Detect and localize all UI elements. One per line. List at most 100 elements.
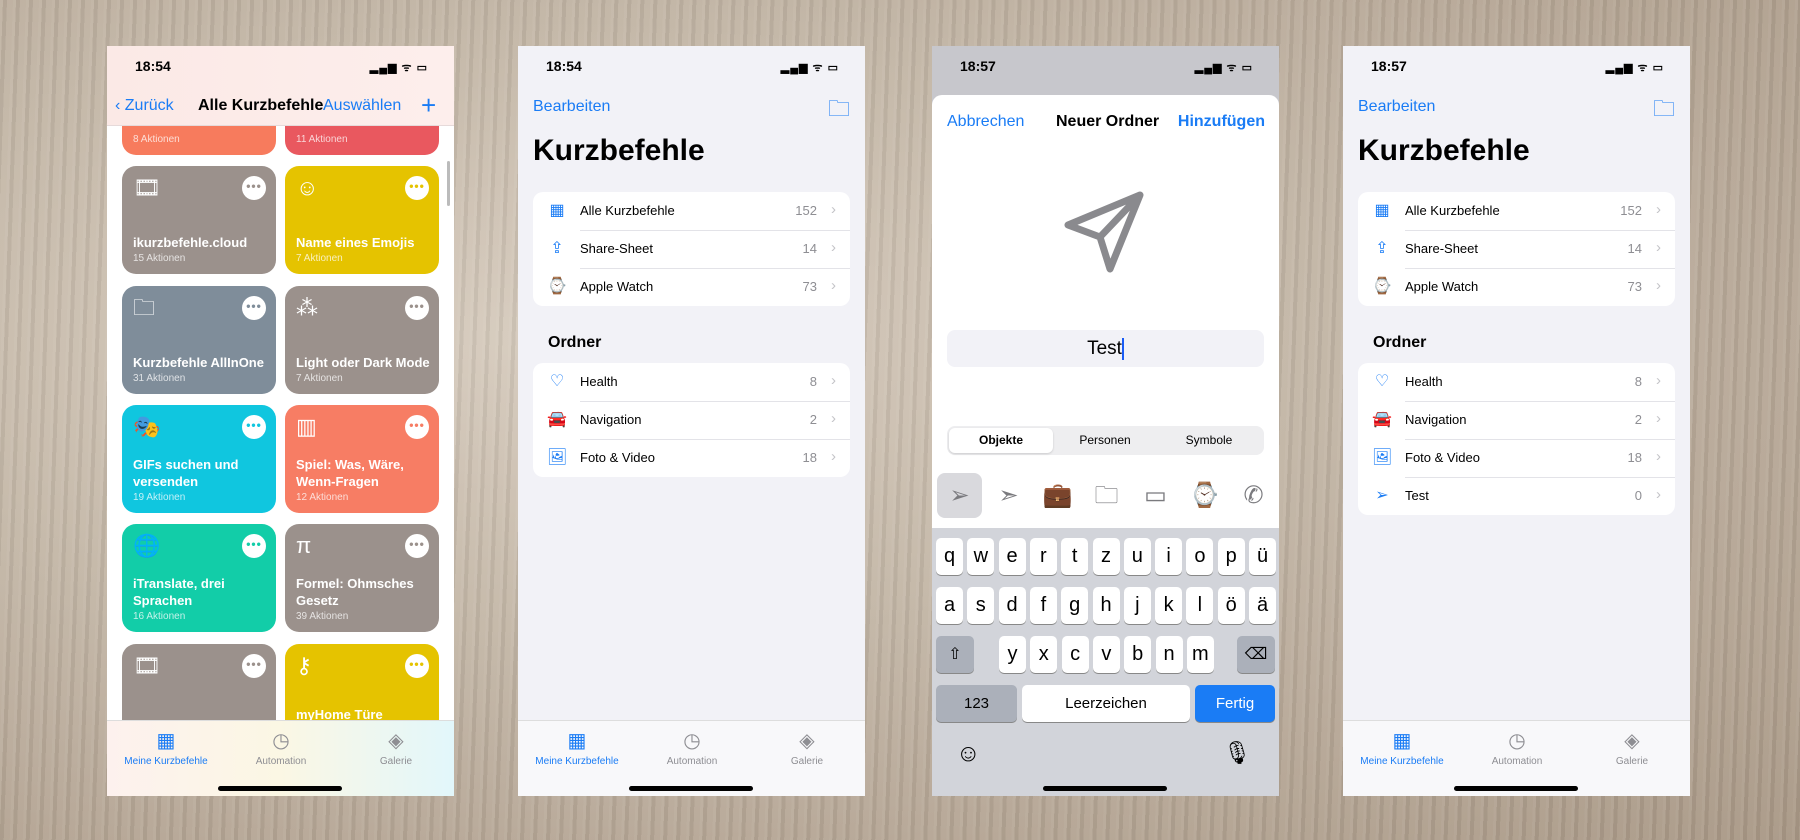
list-item[interactable]: 🚘 Navigation 2 › [533, 401, 850, 439]
tab-galerie[interactable]: ◈ Galerie [752, 729, 862, 767]
icon-choice[interactable]: 🗀 [1084, 473, 1129, 518]
backspace-key[interactable]: ⌫ [1237, 636, 1275, 673]
key-h[interactable]: h [1092, 587, 1120, 624]
list-item[interactable]: ▦ Alle Kurzbefehle 152 › [533, 192, 850, 230]
key-e[interactable]: e [998, 538, 1026, 575]
tab-meine-kurzbefehle[interactable]: ▦ Meine Kurzbefehle [1347, 729, 1457, 767]
key-s[interactable]: s [967, 587, 995, 624]
more-button[interactable]: ••• [405, 176, 429, 200]
key-m[interactable]: m [1186, 636, 1214, 673]
numbers-key[interactable]: 123 [936, 685, 1017, 722]
key-ä[interactable]: ä [1249, 587, 1276, 624]
key-ü[interactable]: ü [1249, 538, 1276, 575]
list-item[interactable]: 🖼 Foto & Video 18 › [533, 439, 850, 477]
icon-choice[interactable]: ⌚ [1182, 473, 1227, 518]
key-t[interactable]: t [1061, 538, 1089, 575]
key-q[interactable]: q [936, 538, 963, 575]
key-g[interactable]: g [1061, 587, 1089, 624]
space-key[interactable]: Leerzeichen [1022, 685, 1190, 722]
folder-name-input[interactable]: Test [947, 330, 1264, 367]
more-button[interactable]: ••• [405, 654, 429, 678]
shortcut-tile[interactable]: π ••• Formel: Ohmsches Gesetz 39 Aktionen [285, 524, 439, 632]
key-z[interactable]: z [1092, 538, 1120, 575]
list-item[interactable]: ⇪ Share-Sheet 14 › [533, 230, 850, 268]
emoji-icon[interactable]: ☺ [956, 740, 981, 768]
edit-button[interactable]: Bearbeiten [1358, 98, 1435, 116]
key-j[interactable]: j [1123, 587, 1151, 624]
icon-choice[interactable]: ▭ [1133, 473, 1178, 518]
tab-galerie[interactable]: ◈ Galerie [341, 729, 451, 767]
list-item[interactable]: ⇪ Share-Sheet 14 › [1358, 230, 1675, 268]
tab-meine-kurzbefehle[interactable]: ▦ Meine Kurzbefehle [111, 729, 221, 767]
tab-meine-kurzbefehle[interactable]: ▦ Meine Kurzbefehle [522, 729, 632, 767]
shortcut-tile[interactable]: 🎭 ••• GIFs suchen und versenden 19 Aktionen [122, 405, 276, 513]
list-item[interactable]: 🖼 Foto & Video 18 › [1358, 439, 1675, 477]
segment-personen[interactable]: Personen [1053, 428, 1157, 453]
key-f[interactable]: f [1029, 587, 1057, 624]
shortcut-tile[interactable]: 🗀 ••• Kurzbefehle AllInOne 31 Aktionen [122, 286, 276, 394]
shortcut-tile[interactable]: 🎞 ••• ikurzbefehle.cloud 15 Aktionen [122, 166, 276, 274]
add-button[interactable]: Hinzufügen [1178, 113, 1265, 131]
list-item[interactable]: ♡ Health 8 › [1358, 363, 1675, 401]
list-item[interactable]: ⌚ Apple Watch 73 › [1358, 268, 1675, 306]
tab-automation[interactable]: ◷ Automation [637, 729, 747, 767]
key-r[interactable]: r [1029, 538, 1057, 575]
list-item[interactable]: ♡ Health 8 › [533, 363, 850, 401]
tab-galerie[interactable]: ◈ Galerie [1577, 729, 1687, 767]
key-ö[interactable]: ö [1217, 587, 1245, 624]
status-time: 18:54 [135, 58, 171, 74]
shortcut-tile[interactable]: ⁂ ••• Light oder Dark Mode 7 Aktionen [285, 286, 439, 394]
more-button[interactable]: ••• [405, 296, 429, 320]
more-button[interactable]: ••• [242, 415, 266, 439]
tab-automation[interactable]: ◷ Automation [226, 729, 336, 767]
more-button[interactable]: ••• [242, 654, 266, 678]
key-x[interactable]: x [1030, 636, 1058, 673]
more-button[interactable]: ••• [405, 415, 429, 439]
list-item[interactable]: ➢ Test 0 › [1358, 477, 1675, 515]
item-label: Foto & Video [1405, 450, 1480, 465]
edit-button[interactable]: Bearbeiten [533, 98, 610, 116]
add-button[interactable]: + [421, 90, 436, 121]
icon-choice[interactable]: ➢ [937, 473, 982, 518]
key-d[interactable]: d [998, 587, 1026, 624]
back-button[interactable]: ‹ Zurück [115, 97, 174, 115]
key-k[interactable]: k [1155, 587, 1183, 624]
select-button[interactable]: Auswählen [323, 97, 401, 115]
key-a[interactable]: a [936, 587, 963, 624]
shift-key[interactable]: ⇧ [936, 636, 974, 673]
key-o[interactable]: o [1186, 538, 1214, 575]
icon-choice[interactable]: 💼 [1035, 473, 1080, 518]
icon-choice[interactable]: ✆ [1231, 473, 1276, 518]
shortcut-tile[interactable]: ▥ ••• Spiel: Was, Wäre, Wenn-Fragen 12 Akti… [285, 405, 439, 513]
key-l[interactable]: l [1186, 587, 1214, 624]
key-c[interactable]: c [1061, 636, 1089, 673]
microphone-icon[interactable]: 🎙 [1223, 740, 1251, 766]
key-n[interactable]: n [1155, 636, 1183, 673]
cancel-button[interactable]: Abbrechen [947, 113, 1024, 131]
key-u[interactable]: u [1123, 538, 1151, 575]
key-p[interactable]: p [1217, 538, 1245, 575]
list-item[interactable]: ▦ Alle Kurzbefehle 152 › [1358, 192, 1675, 230]
shortcut-tile[interactable]: ☺ ••• Name eines Emojis 7 Aktionen [285, 166, 439, 274]
done-key[interactable]: Fertig [1195, 685, 1275, 722]
list-item[interactable]: 🚘 Navigation 2 › [1358, 401, 1675, 439]
list-item[interactable]: ⌚ Apple Watch 73 › [533, 268, 850, 306]
key-i[interactable]: i [1155, 538, 1183, 575]
more-button[interactable]: ••• [242, 176, 266, 200]
tab-automation[interactable]: ◷ Automation [1462, 729, 1572, 767]
segment-symbole[interactable]: Symbole [1157, 428, 1261, 453]
shortcut-tile[interactable]: 🌐 ••• iTranslate, drei Sprachen 16 Aktionen [122, 524, 276, 632]
more-button[interactable]: ••• [242, 534, 266, 558]
segment-objekte[interactable]: Objekte [949, 428, 1053, 453]
key-w[interactable]: w [967, 538, 995, 575]
more-button[interactable]: ••• [242, 296, 266, 320]
key-y[interactable]: y [999, 636, 1026, 673]
status-time: 18:54 [546, 58, 582, 74]
key-v[interactable]: v [1092, 636, 1120, 673]
scrollbar[interactable] [447, 161, 450, 206]
key-b[interactable]: b [1124, 636, 1152, 673]
tile-text: 11 Aktionen [296, 132, 431, 145]
icon-choice[interactable]: ➣ [986, 473, 1031, 518]
folder-preview-paperplane-icon [1060, 187, 1150, 277]
more-button[interactable]: ••• [405, 534, 429, 558]
